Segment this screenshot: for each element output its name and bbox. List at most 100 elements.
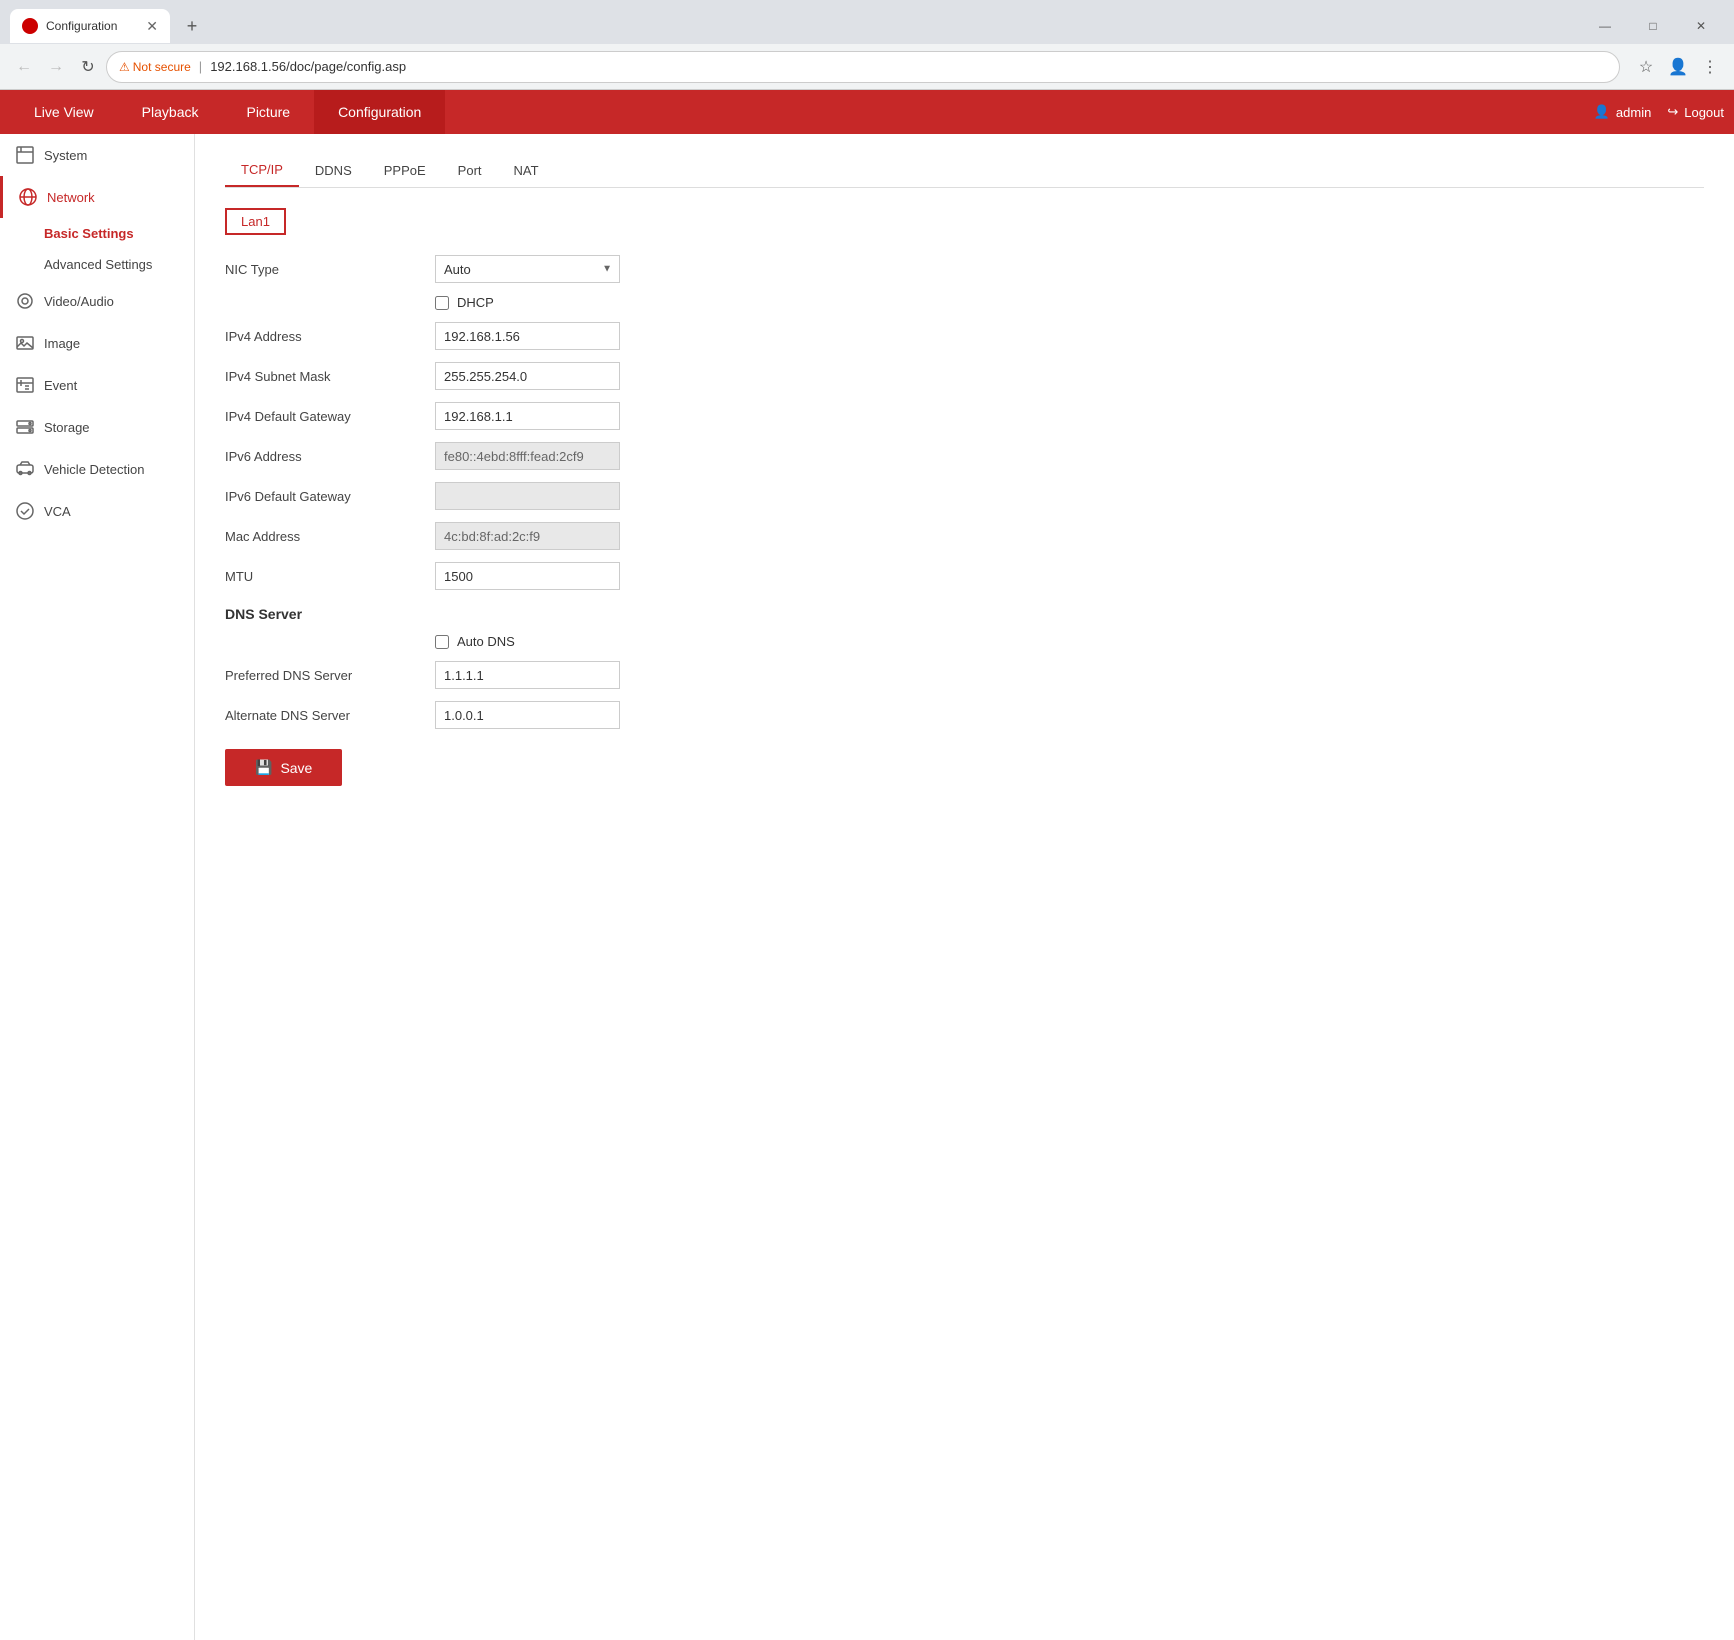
ipv6-address-input[interactable] — [435, 442, 620, 470]
vehicle-detection-icon — [16, 460, 34, 478]
ipv4-gateway-input[interactable] — [435, 402, 620, 430]
nic-type-row: NIC Type Auto 10M Half-duplex 10M Full-d… — [225, 255, 1704, 283]
browser-tab[interactable]: Configuration ✕ — [10, 9, 170, 43]
ipv6-address-row: IPv6 Address — [225, 442, 1704, 470]
back-button[interactable]: ← — [10, 53, 38, 81]
preferred-dns-input[interactable] — [435, 661, 620, 689]
logout-icon: ↪ — [1667, 104, 1678, 120]
nav-playback[interactable]: Playback — [118, 90, 223, 134]
user-info: 👤 admin — [1594, 104, 1652, 120]
storage-icon — [16, 418, 34, 436]
network-icon — [19, 188, 37, 206]
maximize-button[interactable]: □ — [1630, 10, 1676, 42]
logout-button[interactable]: ↪ Logout — [1667, 104, 1724, 120]
mtu-label: MTU — [225, 569, 435, 584]
dhcp-label: DHCP — [457, 295, 494, 310]
save-label: Save — [280, 760, 312, 776]
bookmark-icon[interactable]: ☆ — [1632, 53, 1660, 81]
forward-button[interactable]: → — [42, 53, 70, 81]
top-nav: Live View Playback Picture Configuration… — [0, 90, 1734, 134]
nav-live-view[interactable]: Live View — [10, 90, 118, 134]
ipv4-subnet-mask-row: IPv4 Subnet Mask — [225, 362, 1704, 390]
sidebar-sub-advanced-settings[interactable]: Advanced Settings — [0, 249, 194, 280]
preferred-dns-row: Preferred DNS Server — [225, 661, 1704, 689]
system-icon — [16, 146, 34, 164]
alternate-dns-input[interactable] — [435, 701, 620, 729]
sidebar-item-label: Video/Audio — [44, 294, 114, 309]
tab-ddns[interactable]: DDNS — [299, 154, 368, 187]
auto-dns-row: Auto DNS — [225, 634, 1704, 649]
sidebar-item-label: Storage — [44, 420, 90, 435]
sidebar-item-image[interactable]: Image — [0, 322, 194, 364]
nic-type-label: NIC Type — [225, 262, 435, 277]
mac-address-row: Mac Address — [225, 522, 1704, 550]
sidebar-item-event[interactable]: Event — [0, 364, 194, 406]
sidebar-item-label: Vehicle Detection — [44, 462, 144, 477]
ipv6-address-label: IPv6 Address — [225, 449, 435, 464]
profile-icon[interactable]: 👤 — [1664, 53, 1692, 81]
tab-port[interactable]: Port — [442, 154, 498, 187]
sidebar-item-label: Image — [44, 336, 80, 351]
video-audio-icon — [16, 292, 34, 310]
nav-picture[interactable]: Picture — [222, 90, 314, 134]
alternate-dns-row: Alternate DNS Server — [225, 701, 1704, 729]
sidebar-item-video-audio[interactable]: Video/Audio — [0, 280, 194, 322]
nav-configuration[interactable]: Configuration — [314, 90, 445, 134]
url-text: 192.168.1.56/doc/page/config.asp — [210, 59, 1607, 74]
mtu-row: MTU — [225, 562, 1704, 590]
user-label: admin — [1616, 105, 1651, 120]
nic-type-select-wrapper: Auto 10M Half-duplex 10M Full-duplex 100… — [435, 255, 620, 283]
sidebar-item-vehicle-detection[interactable]: Vehicle Detection — [0, 448, 194, 490]
mtu-input[interactable] — [435, 562, 620, 590]
sidebar-sub-basic-settings[interactable]: Basic Settings — [0, 218, 194, 249]
browser-chrome: Configuration ✕ + — □ ✕ ← → ↻ ⚠ Not secu… — [0, 0, 1734, 90]
ipv4-address-row: IPv4 Address — [225, 322, 1704, 350]
ipv6-gateway-input[interactable] — [435, 482, 620, 510]
lan1-button[interactable]: Lan1 — [225, 208, 286, 235]
sidebar-item-vca[interactable]: VCA — [0, 490, 194, 532]
tab-favicon — [22, 18, 38, 34]
tab-tcpip[interactable]: TCP/IP — [225, 154, 299, 187]
sidebar-item-label: Event — [44, 378, 77, 393]
minimize-button[interactable]: — — [1582, 10, 1628, 42]
app: Live View Playback Picture Configuration… — [0, 90, 1734, 1640]
ipv6-gateway-row: IPv6 Default Gateway — [225, 482, 1704, 510]
image-icon — [16, 334, 34, 352]
sidebar-item-label: Network — [47, 190, 95, 205]
warning-icon: ⚠ — [119, 60, 130, 74]
address-bar[interactable]: ⚠ Not secure | 192.168.1.56/doc/page/con… — [106, 51, 1620, 83]
event-icon — [16, 376, 34, 394]
sidebar-item-system[interactable]: System — [0, 134, 194, 176]
sidebar-item-storage[interactable]: Storage — [0, 406, 194, 448]
ipv4-subnet-mask-input[interactable] — [435, 362, 620, 390]
save-button[interactable]: 💾 Save — [225, 749, 342, 786]
vca-icon — [16, 502, 34, 520]
security-warning: ⚠ Not secure — [119, 60, 191, 74]
close-button[interactable]: ✕ — [1678, 10, 1724, 42]
alternate-dns-label: Alternate DNS Server — [225, 708, 435, 723]
main-content: System Network Basic Settings Advanced S… — [0, 134, 1734, 1640]
tab-bar: TCP/IP DDNS PPPoE Port NAT — [225, 154, 1704, 188]
dhcp-row: DHCP — [225, 295, 1704, 310]
ipv4-address-input[interactable] — [435, 322, 620, 350]
preferred-dns-label: Preferred DNS Server — [225, 668, 435, 683]
user-icon: 👤 — [1594, 104, 1610, 120]
mac-address-input — [435, 522, 620, 550]
tab-pppoe[interactable]: PPPoE — [368, 154, 442, 187]
auto-dns-checkbox[interactable] — [435, 635, 449, 649]
sidebar-item-network[interactable]: Network — [0, 176, 194, 218]
tab-nat[interactable]: NAT — [498, 154, 555, 187]
ipv4-gateway-row: IPv4 Default Gateway — [225, 402, 1704, 430]
new-tab-button[interactable]: + — [178, 12, 206, 40]
nic-type-select[interactable]: Auto 10M Half-duplex 10M Full-duplex 100… — [435, 255, 620, 283]
sidebar-item-label: System — [44, 148, 87, 163]
mac-address-label: Mac Address — [225, 529, 435, 544]
dhcp-checkbox[interactable] — [435, 296, 449, 310]
ipv6-gateway-label: IPv6 Default Gateway — [225, 489, 435, 504]
logout-label: Logout — [1684, 105, 1724, 120]
ipv4-subnet-mask-label: IPv4 Subnet Mask — [225, 369, 435, 384]
menu-icon[interactable]: ⋮ — [1696, 53, 1724, 81]
tab-title: Configuration — [46, 19, 138, 33]
refresh-button[interactable]: ↻ — [74, 53, 102, 81]
tab-close-icon[interactable]: ✕ — [146, 18, 158, 35]
